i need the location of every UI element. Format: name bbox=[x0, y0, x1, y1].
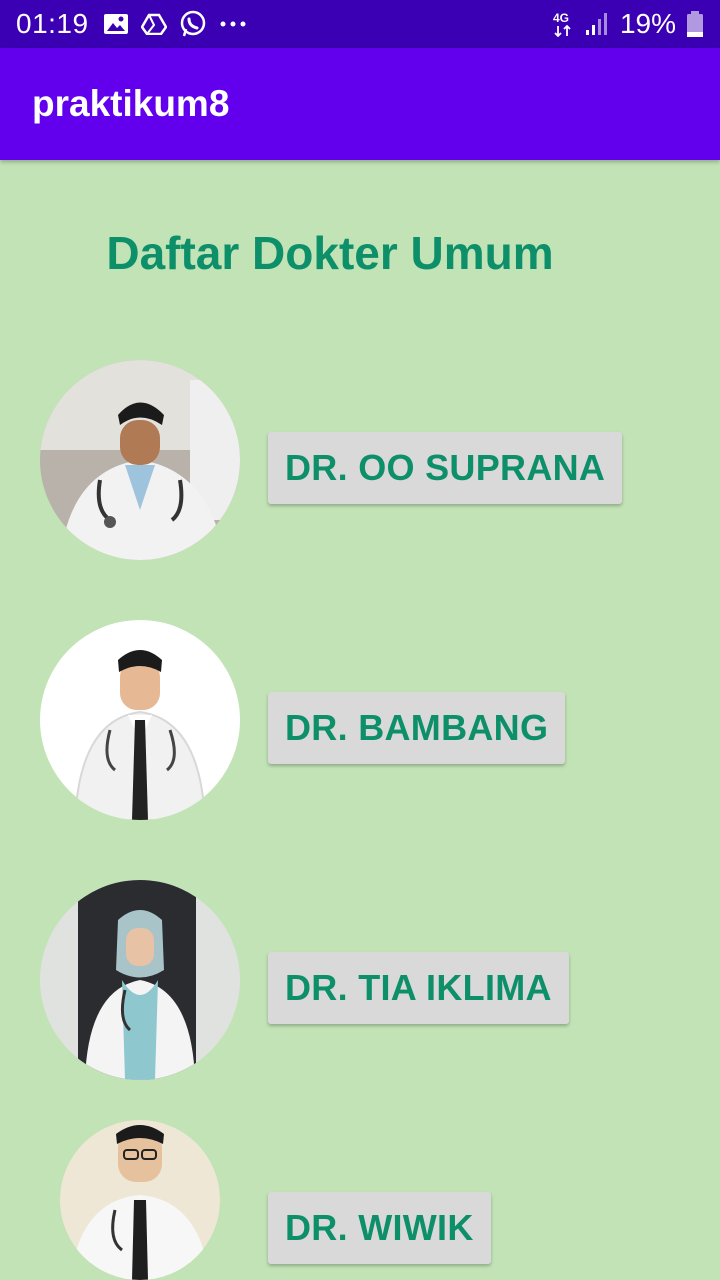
page-heading: Daftar Dokter Umum bbox=[106, 227, 554, 279]
signal-icon bbox=[584, 11, 610, 37]
doctor-row: DR. WIWIK bbox=[0, 1120, 720, 1280]
status-bar: 01:19 4G 19% bbox=[0, 0, 720, 48]
doctor-photo-avatar bbox=[40, 360, 240, 560]
image-icon bbox=[103, 13, 129, 35]
doctor-row: DR. BAMBANG bbox=[0, 620, 720, 820]
more-dots-icon bbox=[219, 20, 247, 28]
doctor-photo-avatar bbox=[60, 1120, 220, 1280]
status-left: 01:19 bbox=[16, 8, 247, 40]
doctor-row: DR. OO SUPRANA bbox=[0, 360, 720, 560]
status-right: 4G 19% bbox=[552, 8, 704, 40]
app-title: praktikum8 bbox=[32, 83, 230, 124]
doctor-photo-avatar bbox=[40, 880, 240, 1080]
app-bar: praktikum8 bbox=[0, 48, 720, 160]
network-type-label: 4G bbox=[553, 11, 569, 25]
doctor-photo-avatar bbox=[40, 620, 240, 820]
whatsapp-icon bbox=[179, 10, 207, 38]
drive-icon bbox=[140, 13, 167, 35]
doctor-button[interactable]: DR. WIWIK bbox=[268, 1192, 491, 1264]
network-4g-icon: 4G bbox=[552, 10, 574, 38]
doctor-button[interactable]: DR. OO SUPRANA bbox=[268, 432, 623, 504]
doctor-button[interactable]: DR. TIA IKLIMA bbox=[268, 952, 569, 1024]
doctor-row: DR. TIA IKLIMA bbox=[0, 880, 720, 1080]
battery-icon bbox=[686, 10, 704, 38]
status-time: 01:19 bbox=[16, 8, 89, 39]
doctor-button[interactable]: DR. BAMBANG bbox=[268, 692, 566, 764]
battery-percent: 19% bbox=[619, 8, 676, 39]
notification-icons bbox=[103, 10, 247, 38]
